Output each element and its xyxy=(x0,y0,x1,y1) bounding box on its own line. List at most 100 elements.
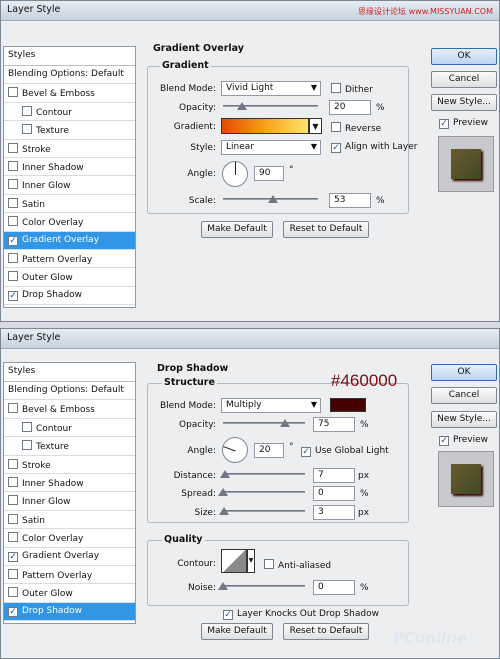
checkbox-box[interactable] xyxy=(8,513,18,524)
angle-input[interactable]: 20 xyxy=(254,443,284,458)
checkbox-box[interactable]: ✓ xyxy=(8,551,18,562)
opacity-input[interactable]: 20 xyxy=(329,100,371,115)
ok-button[interactable]: OK xyxy=(431,364,497,381)
contour-dropdown-button[interactable]: ▼ xyxy=(247,549,255,573)
anti-aliased-checkbox[interactable]: Anti-aliased xyxy=(264,559,331,571)
size-slider[interactable] xyxy=(218,507,305,515)
style-item-contour[interactable]: Contour xyxy=(4,419,135,438)
style-item-bevel-emboss[interactable]: Bevel & Emboss xyxy=(4,84,135,103)
styles-header[interactable]: Styles xyxy=(4,47,135,66)
checkbox-box[interactable] xyxy=(8,587,18,598)
size-input[interactable]: 3 xyxy=(313,505,355,520)
checkbox-box[interactable] xyxy=(8,87,18,98)
make-default-button[interactable]: Make Default xyxy=(201,221,273,238)
ok-button[interactable]: OK xyxy=(431,48,497,65)
checkbox-box[interactable]: ✓ xyxy=(8,606,18,617)
checkbox-box[interactable] xyxy=(22,124,32,135)
preview-checkbox[interactable]: ✓ Preview xyxy=(439,118,488,129)
checkbox-box[interactable]: ✓ xyxy=(439,119,449,129)
style-item-bevel-emboss[interactable]: Bevel & Emboss xyxy=(4,400,135,419)
new-style-button[interactable]: New Style... xyxy=(431,94,497,111)
checkbox-box[interactable] xyxy=(8,142,18,153)
checkbox-box[interactable] xyxy=(8,216,18,227)
slider-thumb[interactable] xyxy=(237,102,247,110)
checkbox-box[interactable] xyxy=(8,532,18,543)
checkbox-box[interactable] xyxy=(22,105,32,116)
style-item-satin[interactable]: Satin xyxy=(4,511,135,530)
checkbox-box[interactable] xyxy=(8,252,18,263)
make-default-button[interactable]: Make Default xyxy=(201,623,273,640)
reverse-checkbox[interactable]: Reverse xyxy=(331,122,381,134)
contour-picker[interactable] xyxy=(221,549,247,573)
checkbox-box[interactable]: ✓ xyxy=(331,143,341,153)
style-item-inner-glow[interactable]: Inner Glow xyxy=(4,176,135,195)
blend-mode-select[interactable]: Vivid Light ▼ xyxy=(221,81,321,96)
angle-dial[interactable] xyxy=(222,161,248,187)
checkbox-box[interactable] xyxy=(8,160,18,171)
shadow-color-swatch[interactable] xyxy=(330,398,366,412)
checkbox-box[interactable] xyxy=(8,179,18,190)
style-item-outer-glow[interactable]: Outer Glow xyxy=(4,268,135,287)
opacity-slider[interactable] xyxy=(223,102,318,110)
style-item-stroke[interactable]: Stroke xyxy=(4,456,135,474)
blending-options-item[interactable]: Blending Options: Default xyxy=(4,382,135,401)
checkbox-box[interactable]: ✓ xyxy=(301,447,311,457)
style-item-outer-glow[interactable]: Outer Glow xyxy=(4,584,135,603)
opacity-input[interactable]: 75 xyxy=(313,417,355,432)
checkbox-box[interactable] xyxy=(8,403,18,414)
style-item-stroke[interactable]: Stroke xyxy=(4,140,135,158)
spread-slider[interactable] xyxy=(218,488,305,496)
style-item-texture[interactable]: Texture xyxy=(4,121,135,140)
style-item-drop-shadow[interactable]: ✓ Drop Shadow xyxy=(4,602,135,622)
slider-thumb[interactable] xyxy=(218,488,228,496)
style-item-drop-shadow[interactable]: ✓ Drop Shadow xyxy=(4,287,135,306)
style-item-inner-glow[interactable]: Inner Glow xyxy=(4,492,135,511)
checkbox-box[interactable] xyxy=(8,271,18,282)
style-item-pattern-overlay[interactable]: Pattern Overlay xyxy=(4,566,135,585)
checkbox-box[interactable] xyxy=(8,197,18,208)
scale-slider[interactable] xyxy=(223,195,318,203)
reset-to-default-button[interactable]: Reset to Default xyxy=(283,221,369,238)
distance-input[interactable]: 7 xyxy=(313,468,355,483)
slider-thumb[interactable] xyxy=(218,582,228,590)
blend-mode-select[interactable]: Multiply ▼ xyxy=(221,398,321,413)
preview-checkbox[interactable]: ✓ Preview xyxy=(439,435,488,446)
noise-slider[interactable] xyxy=(218,582,305,590)
style-item-contour[interactable]: Contour xyxy=(4,103,135,122)
style-item-inner-shadow[interactable]: Inner Shadow xyxy=(4,158,135,177)
style-item-satin[interactable]: Satin xyxy=(4,195,135,214)
noise-input[interactable]: 0 xyxy=(313,580,355,595)
angle-input[interactable]: 90 xyxy=(254,166,284,181)
style-item-pattern-overlay[interactable]: Pattern Overlay xyxy=(4,250,135,269)
checkbox-box[interactable] xyxy=(8,568,18,579)
style-select[interactable]: Linear ▼ xyxy=(221,140,321,155)
checkbox-box[interactable] xyxy=(331,122,341,132)
checkbox-box[interactable]: ✓ xyxy=(439,436,449,446)
checkbox-box[interactable]: ✓ xyxy=(223,610,233,620)
blending-options-item[interactable]: Blending Options: Default xyxy=(4,66,135,85)
checkbox-box[interactable] xyxy=(8,458,18,469)
scale-input[interactable]: 53 xyxy=(329,193,371,208)
checkbox-box[interactable] xyxy=(8,495,18,506)
align-with-layer-checkbox[interactable]: ✓ Align with Layer xyxy=(331,142,417,153)
style-item-gradient-overlay[interactable]: ✓ Gradient Overlay xyxy=(4,548,135,566)
styles-header[interactable]: Styles xyxy=(4,363,135,382)
style-item-texture[interactable]: Texture xyxy=(4,437,135,456)
dither-checkbox[interactable]: Dither xyxy=(331,83,373,95)
checkbox-box[interactable]: ✓ xyxy=(8,235,18,246)
checkbox-box[interactable] xyxy=(264,559,274,569)
new-style-button[interactable]: New Style... xyxy=(431,411,497,428)
style-item-color-overlay[interactable]: Color Overlay xyxy=(4,213,135,232)
gradient-dropdown-button[interactable]: ▼ xyxy=(309,118,322,134)
gradient-picker[interactable] xyxy=(221,118,309,134)
angle-dial[interactable] xyxy=(222,437,248,463)
slider-thumb[interactable] xyxy=(220,470,231,478)
cancel-button[interactable]: Cancel xyxy=(431,387,497,404)
checkbox-box[interactable] xyxy=(22,421,32,432)
slider-thumb[interactable] xyxy=(268,195,279,203)
slider-thumb[interactable] xyxy=(279,419,290,427)
layer-knocks-out-checkbox[interactable]: ✓ Layer Knocks Out Drop Shadow xyxy=(223,609,379,620)
style-item-gradient-overlay[interactable]: ✓ Gradient Overlay xyxy=(4,231,135,250)
checkbox-box[interactable] xyxy=(8,476,18,487)
use-global-light-checkbox[interactable]: ✓ Use Global Light xyxy=(301,446,389,457)
